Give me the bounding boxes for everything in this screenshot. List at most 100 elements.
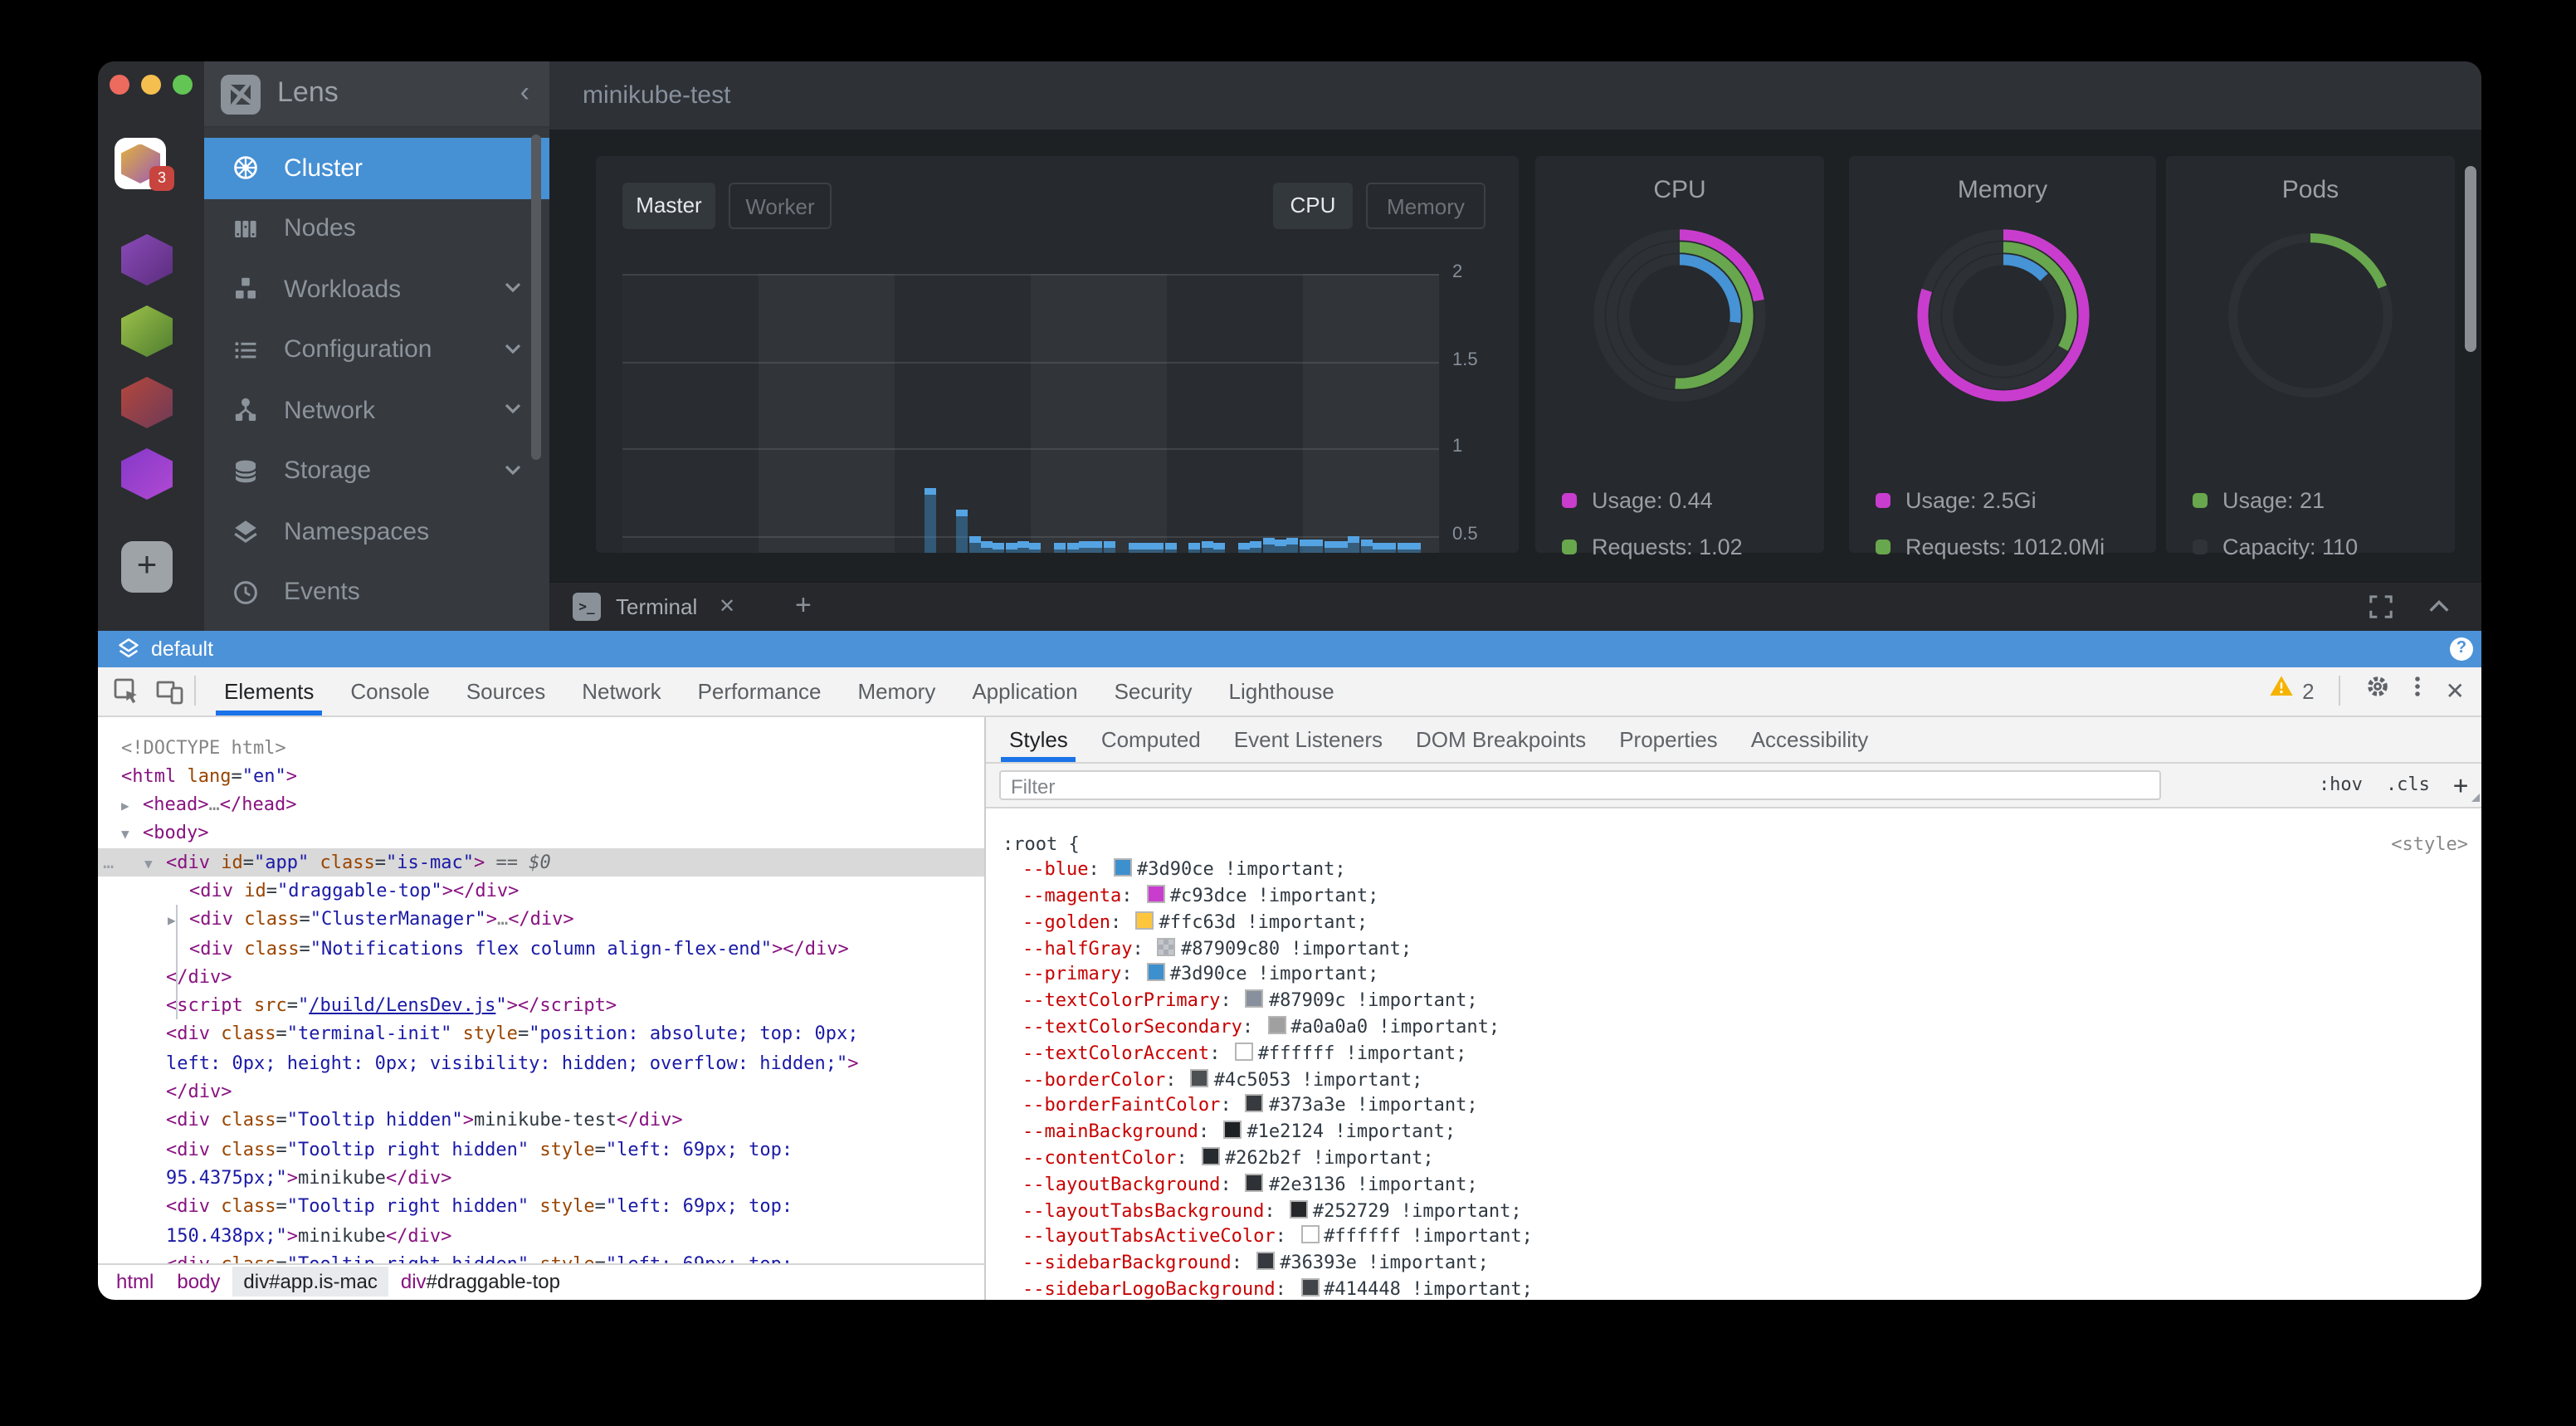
new-style-rule-button[interactable]: +	[2453, 769, 2468, 799]
traffic-zoom-button[interactable]	[173, 75, 193, 95]
css-declaration[interactable]: --sidebarLogoBackground: #414448 !import…	[986, 1277, 2481, 1300]
tab-elements[interactable]: Elements	[206, 667, 332, 715]
css-declaration[interactable]: --textColorAccent: #ffffff !important;	[986, 1041, 2481, 1067]
styles-filter-input[interactable]: Filter	[999, 769, 2161, 799]
cluster-icon[interactable]	[121, 305, 173, 357]
color-swatch[interactable]	[1246, 990, 1264, 1008]
css-declaration[interactable]: --textColorSecondary: #a0a0a0 !important…	[986, 1014, 2481, 1041]
styles-tab-event-listeners[interactable]: Event Listeners	[1217, 716, 1399, 761]
sidebar-item-workloads[interactable]: Workloads	[204, 259, 549, 320]
breadcrumb-item[interactable]: div#app.is-mac	[232, 1267, 388, 1297]
color-swatch[interactable]	[1300, 1226, 1319, 1244]
css-declaration[interactable]: --borderFaintColor: #373a3e !important;	[986, 1093, 2481, 1120]
dom-node[interactable]: <div id="draggable-top"></div>	[98, 877, 984, 906]
traffic-minimize-button[interactable]	[141, 75, 161, 95]
metric-memory-button[interactable]: Memory	[1366, 183, 1486, 229]
warning-icon[interactable]	[2269, 674, 2294, 707]
dom-node[interactable]: 95.4375px;">minikube</div>	[98, 1164, 984, 1193]
color-swatch[interactable]	[1235, 1043, 1253, 1061]
color-swatch[interactable]	[1267, 1016, 1286, 1034]
css-declaration[interactable]: --layoutTabsActiveColor: #ffffff !import…	[986, 1224, 2481, 1251]
color-swatch[interactable]	[1256, 1253, 1275, 1271]
selected-dom-node[interactable]: …▼<div id="app" class="is-mac"> == $0	[98, 847, 984, 877]
inspect-icon[interactable]	[113, 676, 141, 705]
css-declaration[interactable]: --blue: #3d90ce !important;	[986, 857, 2481, 884]
terminal-close-icon[interactable]: ✕	[719, 594, 735, 618]
dom-node[interactable]: <!DOCTYPE html>	[98, 733, 984, 762]
tab-memory[interactable]: Memory	[839, 667, 954, 715]
color-swatch[interactable]	[1114, 859, 1132, 877]
dom-node[interactable]: <div class="Tooltip hidden">minikube-tes…	[98, 1106, 984, 1135]
tab-sources[interactable]: Sources	[448, 667, 564, 715]
collapsed-arrow-icon[interactable]: ▶	[168, 907, 176, 936]
color-swatch[interactable]	[1300, 1278, 1319, 1297]
kebab-menu-icon[interactable]	[2406, 674, 2431, 707]
dock-collapse-icon[interactable]	[2427, 594, 2452, 628]
cluster-icon[interactable]	[121, 377, 173, 428]
dom-node[interactable]: <script src="/build/LensDev.js"></script…	[98, 991, 984, 1020]
sidebar-item-nodes[interactable]: Nodes	[204, 198, 549, 259]
sidebar-item-cluster[interactable]: Cluster	[204, 138, 549, 198]
cluster-icon[interactable]	[121, 448, 173, 500]
tab-lighthouse[interactable]: Lighthouse	[1211, 667, 1353, 715]
styles-tab-styles[interactable]: Styles	[993, 716, 1085, 761]
styles-tab-dom-breakpoints[interactable]: DOM Breakpoints	[1399, 716, 1603, 761]
namespace-label[interactable]: default	[151, 637, 213, 661]
device-toolbar-icon[interactable]	[156, 676, 184, 705]
color-swatch[interactable]	[1147, 964, 1165, 982]
sidebar-item-configuration[interactable]: Configuration	[204, 320, 549, 380]
terminal-add-icon[interactable]: +	[795, 589, 812, 623]
pseudo-state-button[interactable]: :hov	[2319, 774, 2363, 795]
color-swatch[interactable]	[1223, 1121, 1242, 1140]
collapsed-arrow-icon[interactable]: ▶	[121, 792, 129, 821]
dom-node[interactable]: left: 0px; height: 0px; visibility: hidd…	[98, 1049, 984, 1078]
content-scrollbar[interactable]	[2465, 166, 2476, 352]
help-button[interactable]: ?	[2450, 637, 2473, 660]
css-declaration[interactable]: --primary: #3d90ce !important;	[986, 962, 2481, 989]
metric-cpu-button[interactable]: CPU	[1273, 183, 1353, 229]
dom-node[interactable]: <div class="Tooltip right hidden" style=…	[98, 1193, 984, 1222]
sidebar-item-namespaces[interactable]: Namespaces	[204, 501, 549, 562]
tab-application[interactable]: Application	[954, 667, 1095, 715]
color-swatch[interactable]	[1202, 1147, 1220, 1165]
css-declaration[interactable]: --borderColor: #4c5053 !important;	[986, 1067, 2481, 1093]
dom-node[interactable]: ▶<div class="ClusterManager">…</div>	[98, 906, 984, 935]
expanded-arrow-icon[interactable]: ▼	[121, 821, 129, 850]
dom-node[interactable]: 150.438px;">minikube</div>	[98, 1221, 984, 1250]
color-swatch[interactable]	[1246, 1095, 1264, 1113]
css-declaration[interactable]: --halfGray: #87909c80 !important;	[986, 935, 2481, 962]
styles-tab-computed[interactable]: Computed	[1085, 716, 1217, 761]
dom-node[interactable]: <div class="terminal-init" style="positi…	[98, 1020, 984, 1049]
sidebar-scrollbar[interactable]	[531, 134, 541, 460]
terminal-tab[interactable]: Terminal	[616, 594, 697, 619]
tab-performance[interactable]: Performance	[680, 667, 840, 715]
css-declaration[interactable]: --textColorPrimary: #87909c !important;	[986, 989, 2481, 1015]
add-cluster-button[interactable]: +	[121, 541, 173, 593]
color-swatch[interactable]	[1290, 1199, 1308, 1218]
sidebar-item-storage[interactable]: Storage	[204, 441, 549, 501]
breadcrumb-item[interactable]: html	[105, 1267, 165, 1297]
css-selector[interactable]: :root {	[986, 831, 2481, 857]
filter-worker-button[interactable]: Worker	[729, 183, 832, 229]
breadcrumb-item[interactable]: div#draggable-top	[389, 1267, 572, 1297]
color-swatch[interactable]	[1147, 885, 1165, 903]
sidebar-item-network[interactable]: Network	[204, 380, 549, 441]
tab-security[interactable]: Security	[1096, 667, 1211, 715]
class-toggle-button[interactable]: .cls	[2386, 774, 2430, 795]
cluster-icon[interactable]	[121, 234, 173, 286]
tab-network[interactable]: Network	[564, 667, 679, 715]
sidebar-item-events[interactable]: Events	[204, 562, 549, 623]
filter-master-button[interactable]: Master	[622, 183, 715, 229]
dom-node[interactable]: <div class="Tooltip right hidden" style=…	[98, 1250, 984, 1262]
dom-node[interactable]: <html lang="en">	[98, 762, 984, 791]
dom-node[interactable]: ▼<body>	[98, 819, 984, 848]
traffic-close-button[interactable]	[110, 75, 129, 95]
dom-node[interactable]: <div class="Notifications flex column al…	[98, 934, 984, 963]
settings-gear-icon[interactable]	[2366, 674, 2391, 707]
sidebar-collapse-icon[interactable]: ‹	[520, 76, 529, 110]
css-declaration[interactable]: --mainBackground: #1e2124 !important;	[986, 1120, 2481, 1146]
dom-node[interactable]: ▶<head>…</head>	[98, 790, 984, 819]
styles-tab-accessibility[interactable]: Accessibility	[1734, 716, 1886, 761]
dom-node[interactable]: </div>	[98, 1077, 984, 1106]
css-declaration[interactable]: --layoutBackground: #2e3136 !important;	[986, 1172, 2481, 1199]
